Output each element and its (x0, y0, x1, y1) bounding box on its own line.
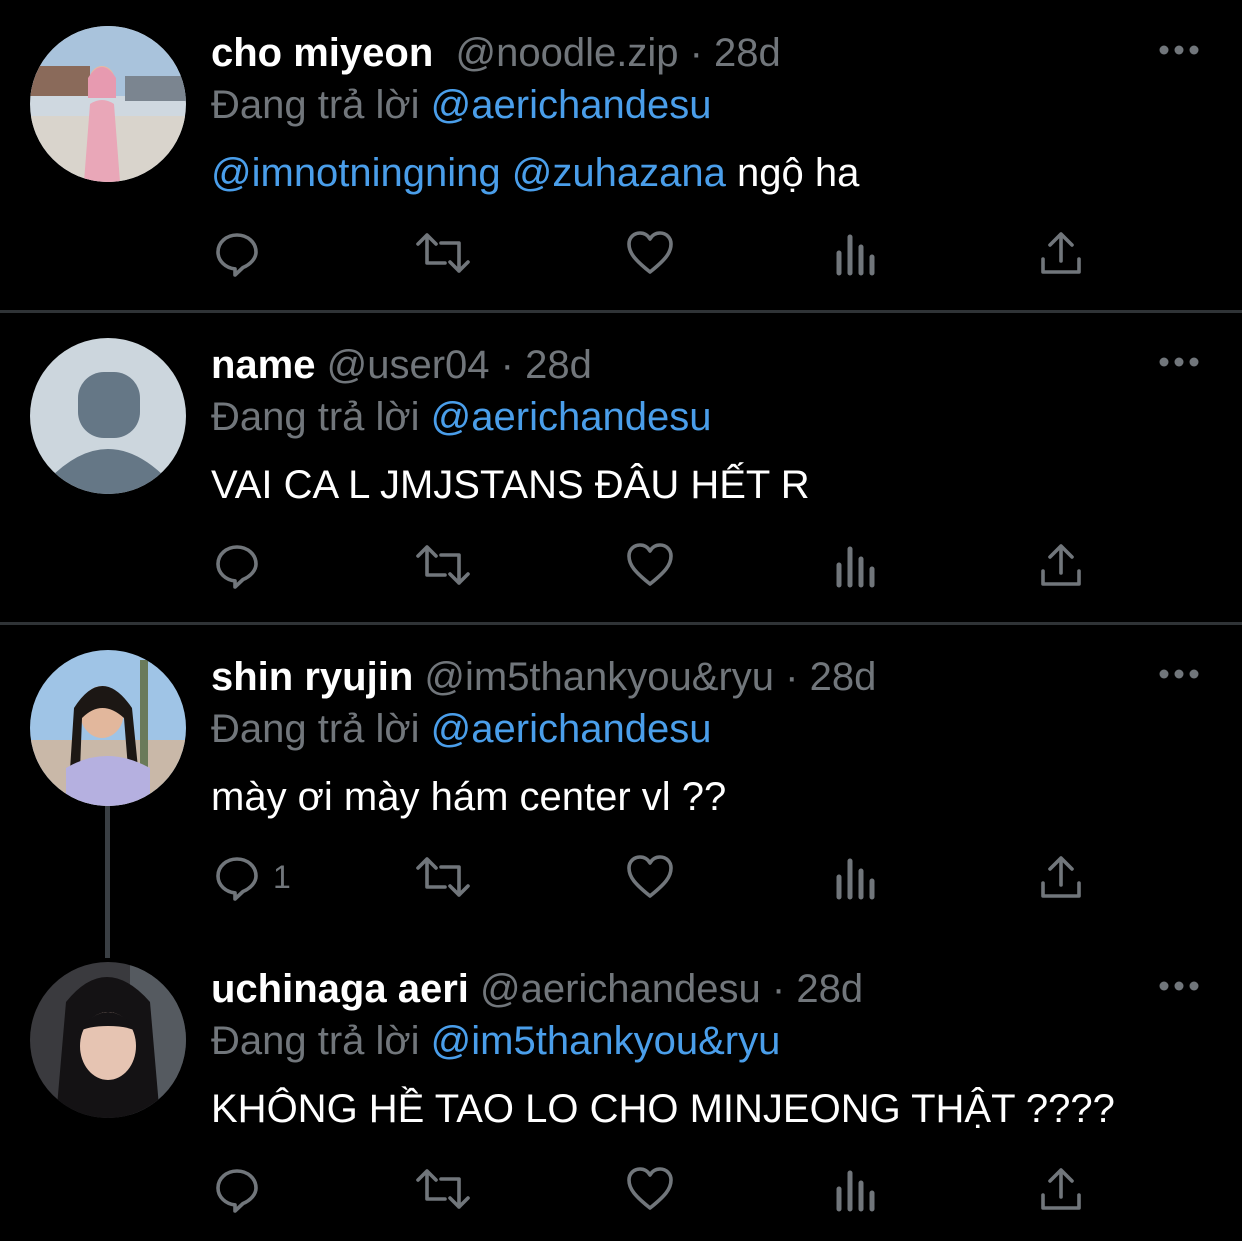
heart-icon (625, 541, 675, 589)
timestamp[interactable]: 28d (525, 343, 592, 387)
tweet-header: cho miyeon @noodle.zip · 28d (211, 28, 781, 78)
display-name[interactable]: shin ryujin (211, 655, 413, 699)
like-button[interactable] (625, 1159, 675, 1219)
avatar[interactable] (30, 962, 186, 1118)
share-icon (1038, 853, 1084, 901)
reply-icon (213, 1165, 261, 1213)
reply-button[interactable]: 1 (213, 847, 291, 907)
tweet[interactable]: shin ryujin @im5thankyou&ryu · 28d Đang … (0, 642, 1242, 942)
tweet-text-content: ngộ ha (737, 151, 860, 195)
display-name[interactable]: name (211, 343, 316, 387)
replying-to-mention[interactable]: @im5thankyou&ryu (431, 1019, 781, 1063)
replying-to: Đang trả lời @aerichandesu (211, 80, 711, 130)
tweet-actions (0, 535, 1242, 595)
tweet-header: uchinaga aeri @aerichandesu · 28d (211, 964, 863, 1014)
replying-to-mention[interactable]: @aerichandesu (431, 395, 712, 439)
analytics-icon (834, 541, 878, 589)
tweet[interactable]: cho miyeon @noodle.zip · 28d Đang trả lờ… (0, 18, 1242, 310)
tweet-text: @imnotningning @zuhazana ngộ ha (211, 148, 859, 198)
retweet-button[interactable] (415, 847, 471, 907)
tweet-text: VAI CA L JMJSTANS ĐÂU HẾT R (211, 463, 810, 507)
reply-count: 1 (273, 858, 291, 895)
like-button[interactable] (625, 535, 675, 595)
share-button[interactable] (1038, 1159, 1084, 1219)
analytics-button[interactable] (834, 535, 878, 595)
avatar[interactable] (30, 26, 186, 182)
replying-to: Đang trả lời @aerichandesu (211, 392, 711, 442)
divider (0, 622, 1242, 625)
retweet-icon (415, 229, 471, 277)
mention-link[interactable]: @zuhazana (512, 151, 726, 195)
tweet-actions (0, 1159, 1242, 1219)
reply-icon (213, 853, 261, 901)
share-icon (1038, 229, 1084, 277)
tweet-text: KHÔNG HỀ TAO LO CHO MINJEONG THẬT ???? (211, 1087, 1115, 1131)
separator: · (771, 967, 786, 1011)
mention-link[interactable]: @imnotningning (211, 151, 501, 195)
display-name[interactable]: cho miyeon (211, 31, 433, 75)
share-button[interactable] (1038, 535, 1084, 595)
separator: · (785, 655, 799, 699)
retweet-icon (415, 853, 471, 901)
reply-icon (213, 541, 261, 589)
tweet[interactable]: name @user04 · 28d Đang trả lời @aericha… (0, 330, 1242, 622)
default-profile-icon (30, 338, 186, 494)
more-options-icon[interactable] (1158, 352, 1200, 372)
retweet-icon (415, 541, 471, 589)
tweet-header: shin ryujin @im5thankyou&ryu · 28d (211, 652, 876, 702)
replying-to-label: Đang trả lời (211, 1019, 420, 1063)
replying-to-mention[interactable]: @aerichandesu (431, 83, 712, 127)
divider (0, 310, 1242, 313)
analytics-button[interactable] (834, 1159, 878, 1219)
tweet-header: name @user04 · 28d (211, 340, 592, 390)
tweet-text: mày ơi mày hám center vl ?? (211, 775, 727, 819)
share-icon (1038, 1165, 1084, 1213)
share-button[interactable] (1038, 223, 1084, 283)
avatar[interactable] (30, 650, 186, 806)
replying-to-label: Đang trả lời (211, 707, 420, 751)
display-name[interactable]: uchinaga aeri (211, 967, 469, 1011)
like-button[interactable] (625, 847, 675, 907)
tweet-actions: 1 (0, 847, 1242, 907)
tweet[interactable]: uchinaga aeri @aerichandesu · 28d Đang t… (0, 954, 1242, 1241)
separator: · (500, 343, 514, 387)
replying-to-label: Đang trả lời (211, 395, 420, 439)
more-options-icon[interactable] (1158, 976, 1200, 996)
tweet-actions (0, 223, 1242, 283)
retweet-button[interactable] (415, 223, 471, 283)
replying-to-label: Đang trả lời (211, 83, 420, 127)
reply-button[interactable] (213, 1159, 273, 1219)
timestamp[interactable]: 28d (714, 31, 781, 75)
analytics-icon (834, 229, 878, 277)
retweet-button[interactable] (415, 1159, 471, 1219)
user-handle[interactable]: @noodle.zip (456, 31, 679, 75)
share-button[interactable] (1038, 847, 1084, 907)
user-handle[interactable]: @aerichandesu (480, 967, 761, 1011)
reply-icon (213, 229, 261, 277)
avatar[interactable] (30, 338, 186, 494)
heart-icon (625, 853, 675, 901)
analytics-icon (834, 853, 878, 901)
replying-to: Đang trả lời @im5thankyou&ryu (211, 1016, 780, 1066)
retweet-button[interactable] (415, 535, 471, 595)
replying-to: Đang trả lời @aerichandesu (211, 704, 711, 754)
retweet-icon (415, 1165, 471, 1213)
timestamp[interactable]: 28d (796, 967, 863, 1011)
analytics-button[interactable] (834, 847, 878, 907)
reply-button[interactable] (213, 223, 273, 283)
separator: · (689, 31, 703, 75)
share-icon (1038, 541, 1084, 589)
replying-to-mention[interactable]: @aerichandesu (431, 707, 712, 751)
analytics-icon (834, 1165, 878, 1213)
heart-icon (625, 229, 675, 277)
more-options-icon[interactable] (1158, 664, 1200, 684)
reply-button[interactable] (213, 535, 273, 595)
analytics-button[interactable] (834, 223, 878, 283)
more-options-icon[interactable] (1158, 40, 1200, 60)
like-button[interactable] (625, 223, 675, 283)
timestamp[interactable]: 28d (810, 655, 877, 699)
user-handle[interactable]: @im5thankyou&ryu (424, 655, 774, 699)
user-handle[interactable]: @user04 (327, 343, 490, 387)
heart-icon (625, 1165, 675, 1213)
